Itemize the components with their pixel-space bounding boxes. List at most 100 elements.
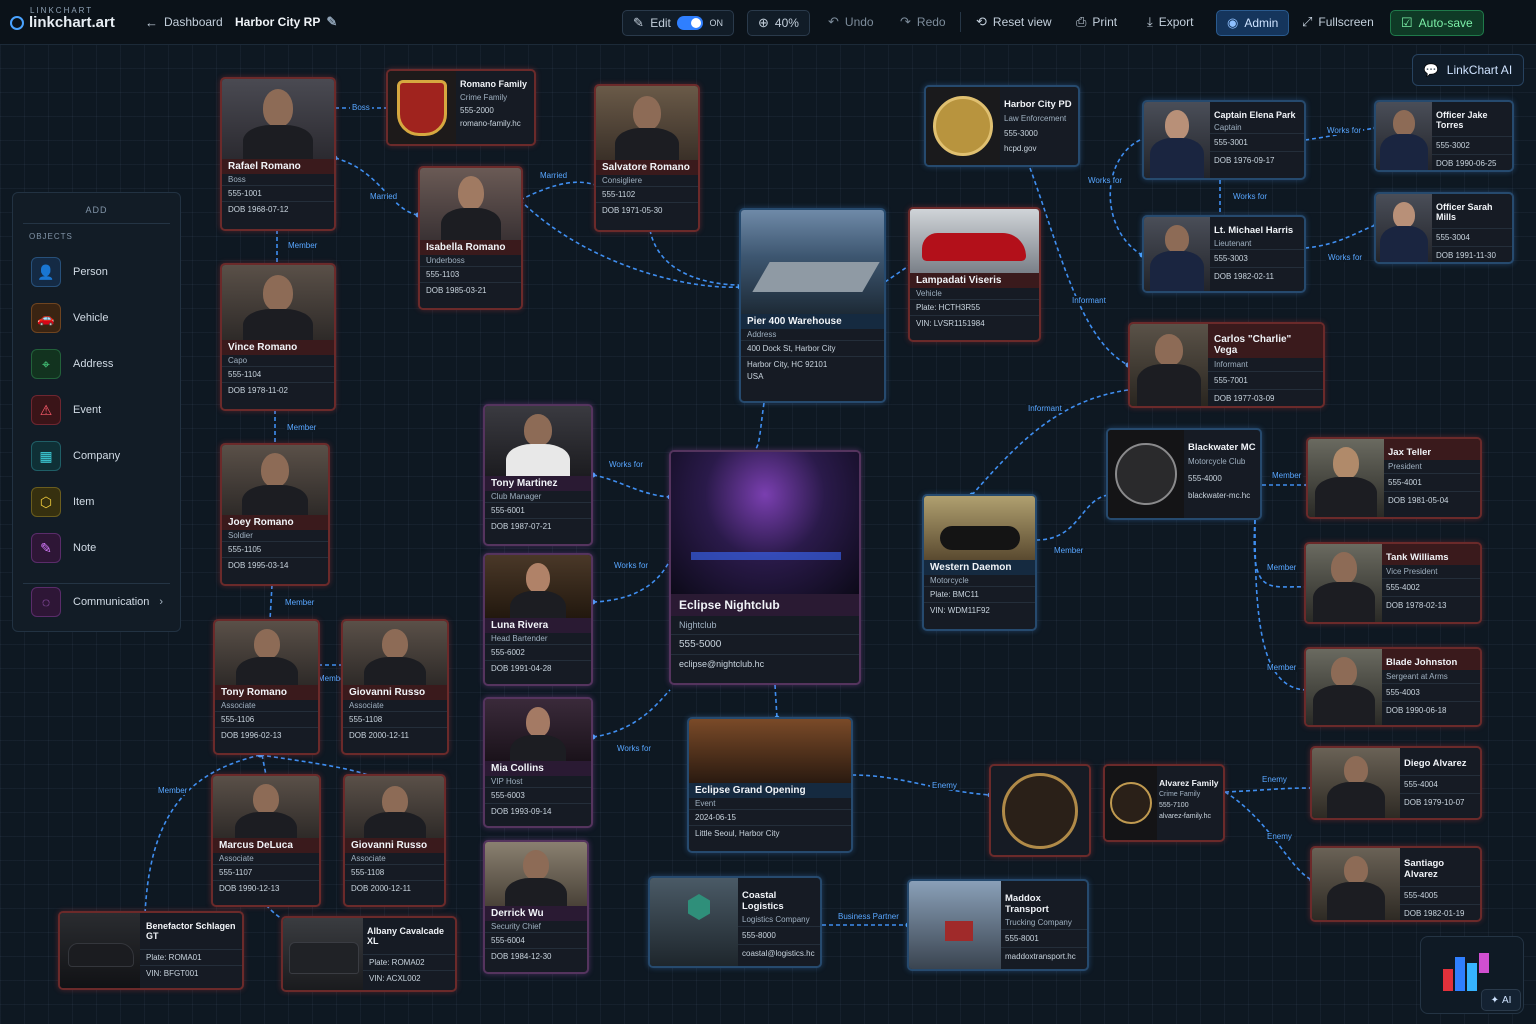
- card-giovanni-russo-1[interactable]: Giovanni Russo Associate 555-1108 DOB 20…: [341, 619, 449, 755]
- card-harbor-city-pd[interactable]: Harbor City PD Law Enforcement 555-3000 …: [924, 85, 1080, 167]
- link-label: Works for: [1086, 176, 1125, 185]
- badge-image: [926, 87, 1000, 165]
- link-label: Informant: [1026, 404, 1064, 413]
- linkchart-ai-button[interactable]: 💬 LinkChart AI: [1412, 54, 1524, 86]
- project-title[interactable]: Harbor City RP ✎: [235, 10, 337, 34]
- card-eclipse-grand-opening[interactable]: Eclipse Grand Opening Event 2024-06-15 L…: [687, 717, 853, 853]
- card-albany-cavalcade[interactable]: Albany Cavalcade XL Plate: ROMA02 VIN: A…: [281, 916, 457, 992]
- card-title: Tony Martinez: [485, 476, 591, 491]
- card-rafael-romano[interactable]: Rafael Romano Boss 555-1001 DOB 1968-07-…: [220, 77, 336, 231]
- card-vince-romano[interactable]: Vince Romano Capo 555-1104 DOB 1978-11-0…: [220, 263, 336, 411]
- fullscreen-button[interactable]: ⤢ Fullscreen: [1302, 10, 1374, 34]
- fullscreen-label: Fullscreen: [1318, 15, 1374, 29]
- card-officer-jake-torres[interactable]: Officer Jake Torres 555-3002 DOB 1990-06…: [1374, 100, 1514, 172]
- card-dob: DOB 1977-03-09: [1208, 389, 1323, 406]
- export-button[interactable]: ⤓ Export: [1147, 10, 1193, 34]
- card-diego-alvarez[interactable]: Diego Alvarez 555-4004 DOB 1979-10-07: [1310, 746, 1482, 820]
- card-tony-martinez[interactable]: Tony Martinez Club Manager 555-6001 DOB …: [483, 404, 593, 546]
- photo: [596, 86, 698, 160]
- card-isabella-romano[interactable]: Isabella Romano Underboss 555-1103 DOB 1…: [418, 166, 523, 310]
- card-giovanni-russo-2[interactable]: Giovanni Russo Associate 555-1108 DOB 20…: [343, 774, 446, 907]
- card-dob: DOB 1978-02-13: [1382, 596, 1480, 614]
- edit-state: ON: [709, 18, 723, 28]
- dashboard-link[interactable]: ← Dashboard: [145, 10, 223, 34]
- redo-button[interactable]: ↷ Redo: [900, 10, 946, 34]
- card-coastal-logistics[interactable]: Coastal Logistics Logistics Company 555-…: [648, 876, 822, 968]
- card-lampadati-viseris[interactable]: Lampadati Viseris Vehicle Plate: HCTH3R5…: [908, 207, 1041, 342]
- card-captain-elena-park[interactable]: Captain Elena Park Captain 555-3001 DOB …: [1142, 100, 1306, 180]
- add-item[interactable]: ⬡ Item: [31, 487, 94, 517]
- ai-assist-button[interactable]: ✦ AI: [1481, 989, 1521, 1011]
- card-subtitle: Associate: [219, 854, 254, 863]
- brand-logo[interactable]: LINKCHART linkchart.art: [10, 6, 115, 31]
- card-mia-collins[interactable]: Mia Collins VIP Host 555-6003 DOB 1993-0…: [483, 697, 593, 828]
- photo: [1144, 102, 1210, 178]
- card-subtitle: Consigliere: [602, 176, 643, 185]
- card-salvatore-romano[interactable]: Salvatore Romano Consigliere 555-1102 DO…: [594, 84, 700, 232]
- card-marcus-deluca[interactable]: Marcus DeLuca Associate 555-1107 DOB 199…: [211, 774, 321, 907]
- autosave-toggle[interactable]: ☑ Auto-save: [1390, 10, 1484, 36]
- card-jax-teller[interactable]: Jax Teller President 555-4001 DOB 1981-0…: [1306, 437, 1482, 519]
- add-communication[interactable]: ◌ Communication ›: [31, 587, 163, 617]
- add-vehicle[interactable]: 🚗 Vehicle: [31, 303, 108, 333]
- card-benefactor-schlagen[interactable]: Benefactor Schlagen GT Plate: ROMA01 VIN…: [58, 911, 244, 990]
- card-enemy-emblem[interactable]: [989, 764, 1091, 857]
- card-romano-family[interactable]: Romano Family Crime Family 555-2000 roma…: [386, 69, 536, 146]
- card-western-daemon[interactable]: Western Daemon Motorcycle Plate: BMC11 V…: [922, 494, 1037, 631]
- card-eclipse-nightclub[interactable]: Eclipse Nightclub Nightclub 555-5000 ecl…: [669, 450, 861, 685]
- card-phone: 555-7100: [1159, 802, 1189, 809]
- card-luna-rivera[interactable]: Luna Rivera Head Bartender 555-6002 DOB …: [483, 553, 593, 686]
- add-person[interactable]: 👤 Person: [31, 257, 108, 287]
- pencil-icon: ✎: [633, 15, 644, 30]
- card-tony-romano[interactable]: Tony Romano Associate 555-1106 DOB 1996-…: [213, 619, 320, 755]
- card-joey-romano[interactable]: Joey Romano Soldier 555-1105 DOB 1995-03…: [220, 443, 330, 586]
- print-button[interactable]: ⎙ Print: [1076, 10, 1117, 34]
- card-tank-williams[interactable]: Tank Williams Vice President 555-4002 DO…: [1304, 542, 1482, 624]
- card-phone: 555-7001: [1208, 371, 1323, 389]
- card-dob: DOB 1982-02-11: [1210, 267, 1304, 285]
- card-blade-johnston[interactable]: Blade Johnston Sergeant at Arms 555-4003…: [1304, 647, 1482, 727]
- edit-toggle[interactable]: ✎ Edit ON: [622, 10, 734, 36]
- card-carlos-vega[interactable]: Carlos "Charlie" Vega Informant 555-7001…: [1128, 322, 1325, 408]
- card-title: Tank Williams: [1382, 544, 1480, 565]
- card-vin: VIN: BFGT001: [140, 965, 242, 981]
- card-title: Pier 400 Warehouse: [741, 314, 884, 329]
- add-event[interactable]: ⚠ Event: [31, 395, 101, 425]
- card-phone: 555-6002: [485, 644, 591, 660]
- print-label: Print: [1092, 15, 1118, 29]
- card-maddox-transport[interactable]: Maddox Transport Trucking Company 555-80…: [907, 879, 1089, 971]
- card-phone: 555-1107: [213, 864, 319, 880]
- undo-button[interactable]: ↶ Undo: [828, 10, 874, 34]
- event-photo: [689, 719, 851, 783]
- card-plate: Plate: HCTH3R55: [910, 299, 1039, 315]
- card-title: Vince Romano: [222, 340, 334, 355]
- card-title: Tony Romano: [215, 685, 318, 700]
- car-icon: 🚗: [31, 303, 61, 333]
- add-note[interactable]: ✎ Note: [31, 533, 96, 563]
- add-company[interactable]: ▦ Company: [31, 441, 120, 471]
- card-lt-michael-harris[interactable]: Lt. Michael Harris Lieutenant 555-3003 D…: [1142, 215, 1306, 293]
- card-pier-400-warehouse[interactable]: Pier 400 Warehouse Address 400 Dock St, …: [739, 208, 886, 403]
- motorcycle-photo: [924, 496, 1035, 560]
- reset-view-button[interactable]: ⟲ Reset view: [976, 10, 1052, 34]
- link-label: Boss: [350, 103, 372, 112]
- card-phone: 555-4005: [1400, 886, 1480, 904]
- card-subtitle: Trucking Company: [1005, 918, 1072, 927]
- photo: [1312, 848, 1400, 920]
- card-santiago-alvarez[interactable]: Santiago Alvarez 555-4005 DOB 1982-01-19: [1310, 846, 1482, 922]
- zoom-control[interactable]: ⊕ 40%: [747, 10, 810, 36]
- card-subtitle: President: [1388, 462, 1422, 471]
- admin-button[interactable]: ◉ Admin: [1216, 10, 1290, 36]
- mc-logo: [1108, 430, 1184, 518]
- minimap-widget[interactable]: ✦ AI: [1420, 936, 1524, 1014]
- card-officer-sarah-mills[interactable]: Officer Sarah Mills 555-3004 DOB 1991-11…: [1374, 192, 1514, 264]
- photo: [485, 406, 591, 476]
- card-title: Giovanni Russo: [343, 685, 447, 700]
- card-derrick-wu[interactable]: Derrick Wu Security Chief 555-6004 DOB 1…: [483, 840, 589, 974]
- card-alvarez-family[interactable]: Alvarez Family Crime Family 555-7100 alv…: [1103, 764, 1225, 842]
- photo: [1144, 217, 1210, 291]
- card-blackwater-mc[interactable]: Blackwater MC Motorcycle Club 555-4000 b…: [1106, 428, 1262, 520]
- car-photo: [60, 913, 140, 988]
- toggle-switch[interactable]: [677, 16, 704, 30]
- add-address[interactable]: ⌖ Address: [31, 349, 113, 379]
